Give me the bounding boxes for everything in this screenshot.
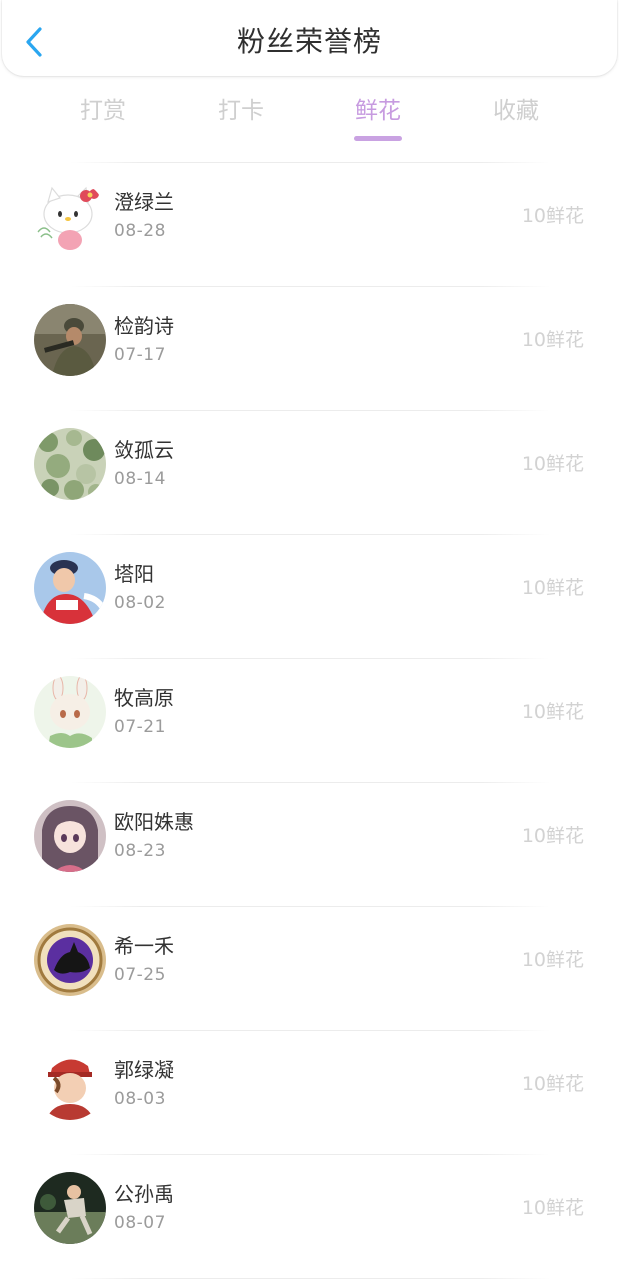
anime-girl-avatar [34, 800, 106, 872]
fan-date: 07-17 [114, 345, 166, 365]
fan-date: 08-07 [114, 1213, 166, 1233]
flower-count: 10鲜花 [521, 205, 584, 227]
flower-count: 10鲜花 [521, 577, 584, 599]
fan-name: 检韵诗 [114, 314, 174, 338]
green-pattern-avatar [34, 428, 106, 500]
app-root: 粉丝荣誉榜 打赏 打卡 鲜花 收藏 澄绿兰 08-28 10鲜花 检韵诗 07-… [0, 0, 619, 1280]
fan-date: 08-28 [114, 221, 166, 241]
flower-count: 10鲜花 [521, 701, 584, 723]
fan-name: 塔阳 [114, 562, 154, 586]
soldier-avatar [34, 304, 106, 376]
list-item[interactable]: 欧阳姝惠 08-23 10鲜花 [0, 782, 619, 906]
flower-count: 10鲜花 [521, 1073, 584, 1095]
fan-date: 08-23 [114, 841, 166, 861]
list-item[interactable]: 敛孤云 08-14 10鲜花 [0, 410, 619, 534]
divider [70, 1278, 550, 1279]
flower-count: 10鲜花 [521, 825, 584, 847]
top-bar: 粉丝荣誉榜 [2, 0, 617, 76]
sports-photo-avatar [34, 1172, 106, 1244]
fan-name: 公孙禹 [114, 1182, 174, 1206]
red-cap-boy-avatar [34, 1048, 106, 1120]
list-item[interactable]: 牧高原 07-21 10鲜花 [0, 658, 619, 782]
flower-count: 10鲜花 [521, 453, 584, 475]
list-item[interactable]: 希一禾 07-25 10鲜花 [0, 906, 619, 1030]
fan-name: 牧高原 [114, 686, 174, 710]
fan-date: 08-02 [114, 593, 166, 613]
flower-count: 10鲜花 [521, 949, 584, 971]
active-tab-indicator [354, 136, 402, 141]
page-title: 粉丝荣誉榜 [236, 25, 382, 58]
list-item[interactable]: 澄绿兰 08-28 10鲜花 [0, 162, 619, 286]
tab-checkin[interactable]: 打卡 [191, 92, 291, 130]
bunny-girl-avatar [34, 676, 106, 748]
fan-name: 欧阳姝惠 [114, 810, 194, 834]
tab-reward[interactable]: 打赏 [53, 92, 153, 130]
fan-date: 07-21 [114, 717, 166, 737]
fan-date: 07-25 [114, 965, 166, 985]
tab-favorites[interactable]: 收藏 [466, 92, 566, 130]
tab-bar: 打赏 打卡 鲜花 收藏 [0, 92, 619, 148]
tab-flowers[interactable]: 鲜花 [328, 92, 428, 141]
fan-date: 08-03 [114, 1089, 166, 1109]
list-item[interactable]: 公孙禹 08-07 10鲜花 [0, 1154, 619, 1278]
fan-name: 澄绿兰 [114, 190, 174, 214]
tab-flowers-label: 鲜花 [355, 98, 401, 124]
hello-kitty-avatar [34, 180, 106, 252]
fan-date: 08-14 [114, 469, 166, 489]
list-item[interactable]: 塔阳 08-02 10鲜花 [0, 534, 619, 658]
black-horse-avatar [34, 924, 106, 996]
list-item[interactable]: 郭绿凝 08-03 10鲜花 [0, 1030, 619, 1154]
fan-name: 敛孤云 [114, 438, 174, 462]
list-item[interactable]: 检韵诗 07-17 10鲜花 [0, 286, 619, 410]
girl-red-jacket-avatar [34, 552, 106, 624]
fan-name: 希一禾 [114, 934, 174, 958]
flower-count: 10鲜花 [521, 329, 584, 351]
flower-count: 10鲜花 [521, 1197, 584, 1219]
fan-name: 郭绿凝 [114, 1058, 174, 1082]
